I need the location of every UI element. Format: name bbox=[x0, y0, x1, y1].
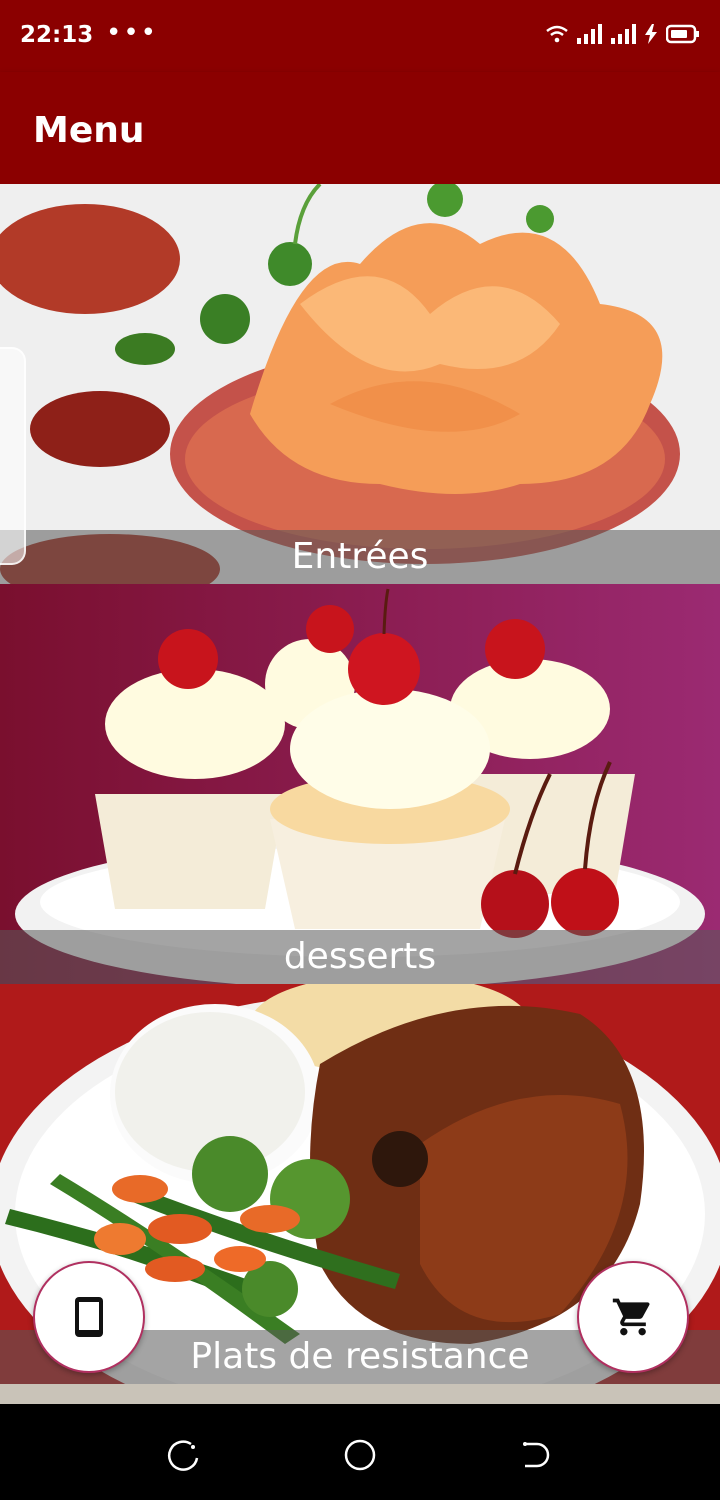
phone-button[interactable] bbox=[33, 1261, 145, 1373]
wifi-icon bbox=[546, 25, 568, 43]
cart-icon bbox=[612, 1298, 650, 1336]
app-bar: Menu bbox=[0, 72, 720, 184]
entrees-image bbox=[0, 184, 720, 584]
battery-icon bbox=[666, 24, 699, 44]
side-drawer-handle[interactable] bbox=[0, 347, 26, 565]
recent-apps-icon[interactable] bbox=[167, 1438, 201, 1472]
back-icon[interactable] bbox=[519, 1438, 553, 1472]
desserts-image bbox=[0, 584, 720, 984]
phone-icon bbox=[75, 1297, 103, 1337]
cart-button[interactable] bbox=[577, 1261, 689, 1373]
signal-icon bbox=[577, 24, 602, 44]
next-card-edge bbox=[0, 1384, 720, 1404]
category-label: desserts bbox=[0, 930, 720, 984]
signal-icon-2 bbox=[611, 24, 636, 44]
category-card-entrees[interactable]: Entrées bbox=[0, 184, 720, 584]
notification-dots: ••• bbox=[106, 18, 159, 48]
status-bar: 22:13 ••• bbox=[0, 0, 720, 72]
charging-icon bbox=[645, 24, 657, 44]
home-icon[interactable] bbox=[343, 1438, 377, 1472]
page-title: Menu bbox=[33, 110, 145, 151]
status-icons bbox=[546, 24, 700, 44]
category-label: Entrées bbox=[0, 530, 720, 584]
category-card-desserts[interactable]: desserts bbox=[0, 584, 720, 984]
status-time: 22:13 bbox=[20, 22, 94, 48]
system-nav-bar bbox=[0, 1404, 720, 1500]
